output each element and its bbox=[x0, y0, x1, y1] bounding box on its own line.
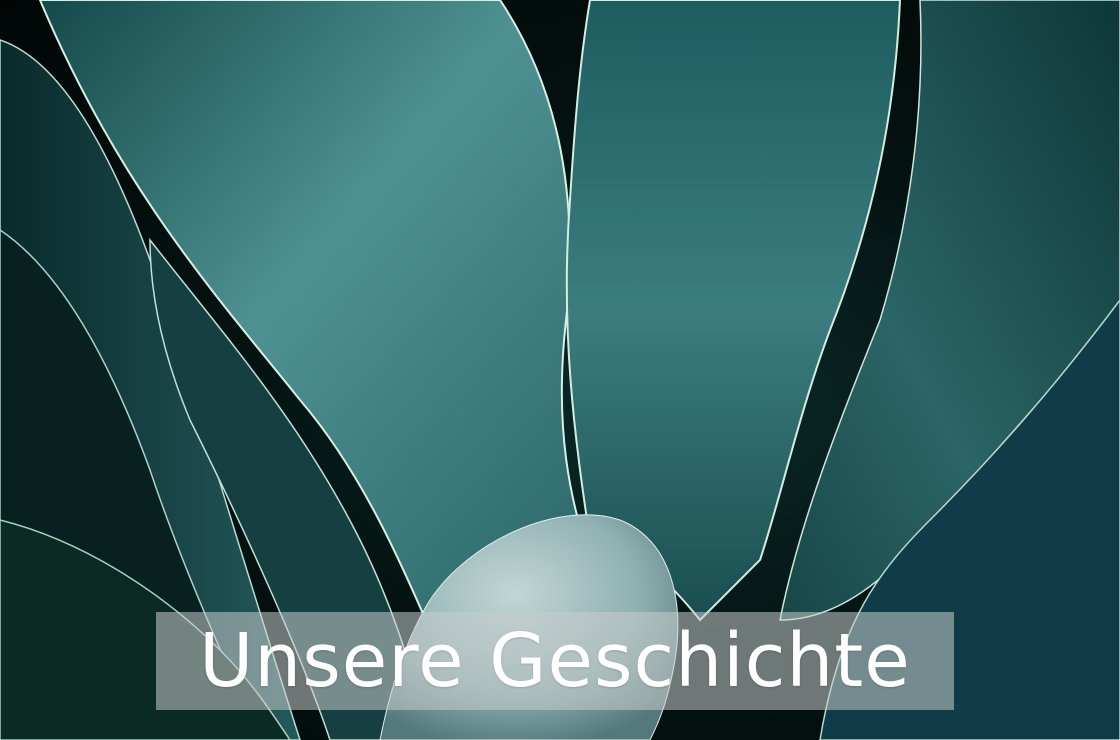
hero-image: Unsere Geschichte bbox=[0, 0, 1120, 740]
title-banner: Unsere Geschichte bbox=[156, 612, 954, 710]
banner-title: Unsere Geschichte bbox=[199, 618, 911, 704]
